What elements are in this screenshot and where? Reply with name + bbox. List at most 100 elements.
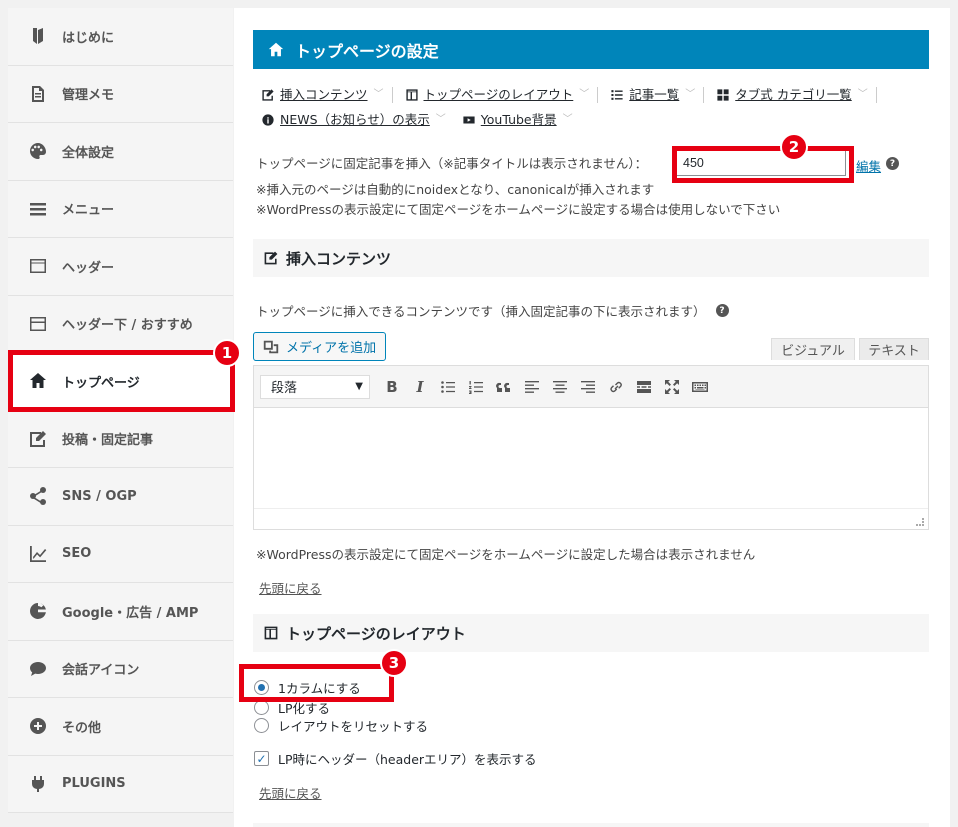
blockquote-button[interactable] [490,373,518,401]
radio-button[interactable] [254,700,269,715]
sidebar-item-menu[interactable]: メニュー [8,180,233,238]
tab-text[interactable]: テキスト [859,338,929,360]
sidebar-item-label: その他 [62,720,102,736]
description-text: トップページに挿入できるコンテンツです（挿入固定記事の下に表示されます） [256,304,706,319]
chevron-down-icon: ﹀ [435,114,446,125]
sidebar-item-other[interactable]: その他 [8,698,233,756]
tab-label: トップページのレイアウト [423,87,574,102]
tab-tab-category[interactable]: タブ式 カテゴリ一覧 ﹀ [716,84,880,106]
tab-label: 挿入コンテンツ [280,87,368,102]
link-icon [610,381,622,392]
read-more-icon [637,380,651,393]
sidebar-item-header[interactable]: ヘッダー [8,238,233,296]
numbered-list-button[interactable] [462,373,490,401]
format-select[interactable]: 段落 ▼ [260,374,370,399]
lp-header-checkbox-row[interactable]: ✓ LP時にヘッダー（headerエリア）を表示する [254,749,537,768]
layout-icon [263,625,279,641]
fixed-post-notes: ※挿入元のページは自動的にnoidexとなり、canonicalが挿入されます … [256,180,780,220]
bold-button[interactable]: B [378,373,406,401]
sidebar-item-label: 管理メモ [62,88,115,104]
link-button[interactable] [602,373,630,401]
fullscreen-button[interactable] [658,373,686,401]
sidebar-item-posts[interactable]: 投稿・固定記事 [8,410,233,468]
tab-youtube-bg[interactable]: YouTube背景 ﹀ [462,109,573,131]
chevron-down-icon: ﹀ [373,89,384,100]
tab-label: NEWS（お知らせ）の表示 [280,112,430,127]
sidebar-item-sns[interactable]: SNS / OGP [8,468,233,526]
resize-handle[interactable] [916,518,924,526]
bullet-list-button[interactable] [434,373,462,401]
sidebar-item-google[interactable]: Google・広告 / AMP [8,583,233,641]
section-heading-label: トップページのレイアウト [286,624,466,643]
annotation-badge-1: 1 [213,339,241,367]
next-section-strip [253,823,929,827]
media-icon [262,338,280,356]
sidebar-item-general[interactable]: 全体設定 [8,123,233,181]
back-to-top-link[interactable]: 先頭に戻る [259,578,322,597]
grid-icon [716,88,730,102]
info-icon [261,113,275,127]
add-media-button[interactable]: メディアを追加 [253,332,386,361]
edit-link[interactable]: 編集 [856,156,881,175]
radio-button[interactable] [254,718,269,733]
sidebar-item-header-below[interactable]: ヘッダー下 / おすすめ [8,295,233,353]
sidebar-item-label: メニュー [62,203,115,219]
tab-post-list[interactable]: 記事一覧 ﹀ [610,84,708,106]
header-icon [28,256,48,276]
toolbar-toggle-button[interactable] [686,373,714,401]
italic-button[interactable]: I [406,373,434,401]
sidebar-item-label: はじめに [62,30,115,46]
tab-layout[interactable]: トップページのレイアウト ﹀ [405,84,603,106]
align-center-icon [553,380,567,393]
tab-news[interactable]: NEWS（お知らせ）の表示 ﹀ [261,109,446,131]
checkbox[interactable]: ✓ [254,751,269,766]
page-title: トップページの設定 [295,41,439,61]
home-icon [267,41,285,59]
chevron-down-icon: ﹀ [579,89,590,100]
sidebar-item-intro[interactable]: はじめに [8,8,233,66]
sidebar-item-memo[interactable]: 管理メモ [8,65,233,123]
sidebar-item-label: SNS / OGP [62,488,137,504]
radio-label: レイアウトをリセットする [278,719,429,734]
layout-option-reset[interactable]: レイアウトをリセットする [254,716,428,735]
editor-statusbar [254,508,928,529]
chevron-down-icon: ﹀ [857,89,868,100]
document-icon [28,84,48,104]
tab-insert-content[interactable]: 挿入コンテンツ ﹀ [261,84,397,106]
sidebar-item-label: Google・広告 / AMP [62,605,199,621]
sidebar-item-plugins[interactable]: PLUGINS [8,755,233,813]
align-right-button[interactable] [574,373,602,401]
tab-label: タブ式 カテゴリ一覧 [735,87,852,102]
help-icon[interactable]: ? [886,157,899,170]
tab-label: 記事一覧 [629,87,680,102]
fixed-post-label: トップページに固定記事を挿入（※記事タイトルは表示されません）： [256,156,648,171]
main-panel: トップページの設定 挿入コンテンツ ﹀ トップページのレイアウト ﹀ 記事一覧 … [234,8,950,827]
sidebar-item-chat-icon[interactable]: 会話アイコン [8,640,233,698]
chevron-down-icon: ﹀ [685,89,696,100]
align-center-button[interactable] [546,373,574,401]
highlight-box-2 [672,146,854,183]
bullet-list-icon [441,380,455,393]
keyboard-icon [692,381,708,392]
help-icon[interactable]: ? [715,304,729,317]
sidebar-item-seo[interactable]: SEO [8,525,233,583]
edit-icon [261,88,275,102]
sidebar-item-label: 全体設定 [62,145,115,161]
annotation-badge-3: 3 [380,649,408,677]
read-more-button[interactable] [630,373,658,401]
bookmark-icon [28,26,48,46]
bold-icon: B [386,377,398,396]
align-left-button[interactable] [518,373,546,401]
youtube-icon [462,113,476,127]
insert-content-note: ※WordPressの表示設定にて固定ページをホームページに設定した場合は表示さ… [256,547,756,562]
section-heading-layout: トップページのレイアウト [253,614,929,652]
back-to-top-link[interactable]: 先頭に戻る [259,783,322,802]
add-media-label: メディアを追加 [286,341,377,356]
tab-visual[interactable]: ビジュアル [771,338,855,360]
editor-content-area[interactable] [254,408,928,508]
chat-icon [28,659,48,679]
insert-content-description: トップページに挿入できるコンテンツです（挿入固定記事の下に表示されます） ? [256,301,729,320]
section-heading-insert-content: 挿入コンテンツ [253,239,929,277]
plug-icon [28,774,48,794]
sidebar-item-label: 投稿・固定記事 [62,433,154,449]
